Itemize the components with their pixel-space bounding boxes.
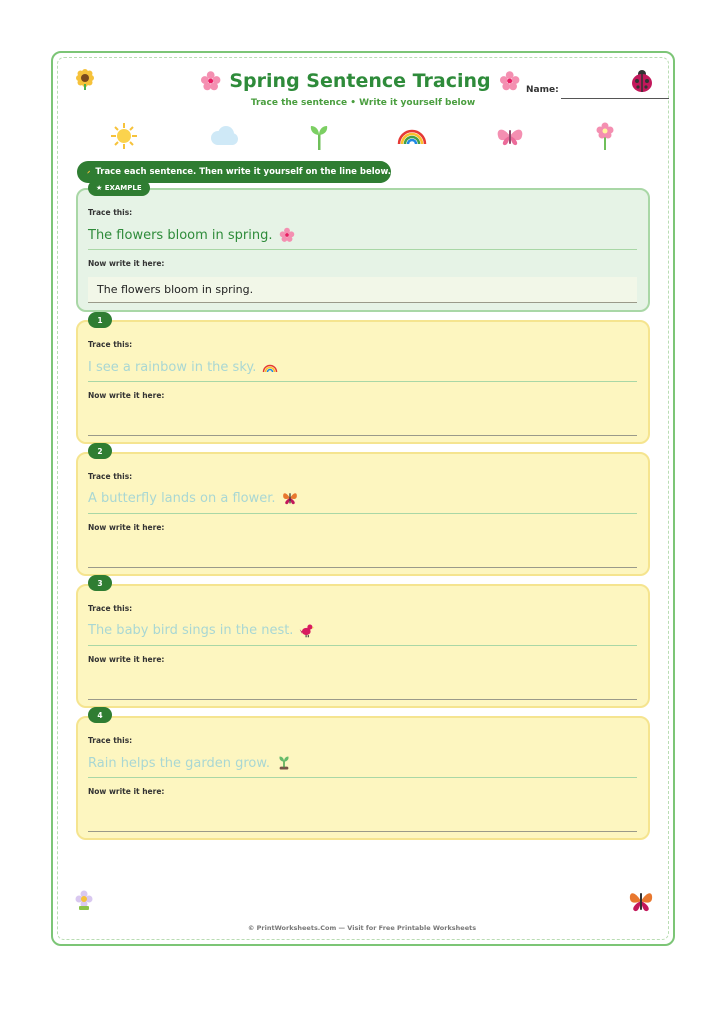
example-badge: ★ EXAMPLE [88, 180, 150, 196]
sprout-icon [310, 126, 328, 150]
trace-label: Trace this: [88, 340, 133, 349]
item-number-badge: 3 [88, 575, 112, 591]
practice-card-3 [76, 584, 650, 708]
write-label: Now write it here: [88, 787, 165, 796]
practice-card-2 [76, 452, 650, 576]
item-number-badge: 1 [88, 312, 112, 328]
trace-line [88, 513, 637, 514]
trace-label: Trace this: [88, 736, 133, 745]
footer-text: © PrintWorksheets.Com — Visit for Free P… [247, 924, 477, 932]
cherry-blossom-icon [200, 71, 221, 91]
sunflower-icon [76, 69, 94, 90]
name-label: Name: [526, 85, 559, 95]
trace-line [88, 777, 637, 778]
bird-icon [300, 624, 315, 638]
write-label: Now write it here: [88, 391, 165, 400]
trace-label: Trace this: [88, 208, 133, 217]
title-row: Spring Sentence Tracing [200, 66, 520, 96]
trace-line [88, 381, 637, 382]
trace-line [88, 249, 637, 250]
trace-sentence: The baby bird sings in the nest. [88, 622, 294, 638]
flower-icon [596, 122, 614, 150]
item-number-badge: 4 [88, 707, 112, 723]
butterfly-icon [497, 129, 523, 146]
trace-sentence-row: I see a rainbow in the sky. [88, 359, 278, 375]
item-number-badge: 2 [88, 443, 112, 459]
trace-sentence: Rain helps the garden grow. [88, 755, 270, 771]
butterfly-corner-icon [629, 893, 653, 912]
butterfly-icon [282, 493, 297, 505]
write-label: Now write it here: [88, 259, 165, 268]
rainbow-icon [397, 129, 427, 145]
example-sentence: The flowers bloom in spring. [88, 227, 273, 243]
instructions-text: Trace each sentence. Then write it yours… [95, 167, 391, 177]
example-written-text: The flowers bloom in spring. [97, 283, 254, 296]
decoration-row [0, 120, 724, 152]
rainbow-icon [263, 364, 278, 373]
trace-sentence-row: The baby bird sings in the nest. [88, 622, 315, 638]
write-line[interactable] [88, 435, 637, 436]
trace-line [88, 645, 637, 646]
trace-sentence: I see a rainbow in the sky. [88, 359, 257, 375]
pencil-icon [87, 170, 91, 174]
daisy-icon [75, 890, 93, 910]
practice-card-4 [76, 716, 650, 840]
trace-sentence-row: Rain helps the garden grow. [88, 755, 292, 771]
ladybug-icon [632, 70, 652, 92]
trace-label: Trace this: [88, 472, 133, 481]
cherry-blossom-icon [279, 227, 294, 242]
practice-card-1 [76, 320, 650, 444]
trace-sentence-row: A butterfly lands on a flower. [88, 490, 298, 506]
name-field-line[interactable] [561, 98, 669, 99]
write-line[interactable] [88, 567, 637, 568]
sun-icon [111, 123, 137, 149]
write-label: Now write it here: [88, 655, 165, 664]
example-sentence-row: The flowers bloom in spring. [88, 227, 295, 243]
write-label: Now write it here: [88, 523, 165, 532]
write-line[interactable] [88, 699, 637, 700]
write-line[interactable] [88, 831, 637, 832]
cloud-icon [211, 126, 238, 145]
page-subtitle: Trace the sentence • Write it yourself b… [250, 98, 476, 108]
cherry-blossom-icon [499, 71, 520, 91]
trace-sentence: A butterfly lands on a flower. [88, 490, 276, 506]
seedling-icon [279, 756, 289, 770]
trace-label: Trace this: [88, 604, 133, 613]
page-title: Spring Sentence Tracing [229, 70, 491, 92]
